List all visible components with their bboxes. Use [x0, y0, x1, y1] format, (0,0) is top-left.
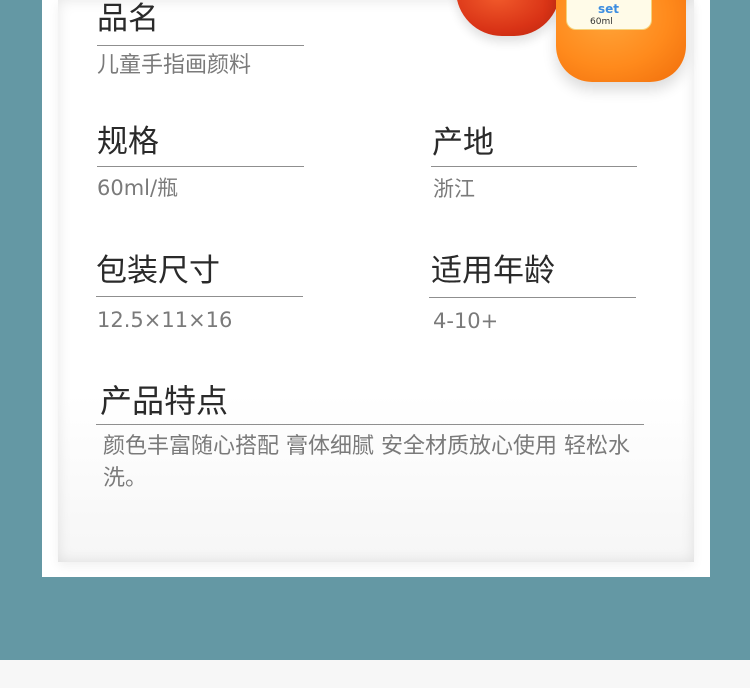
size-heading: 规格 — [97, 124, 159, 160]
age-divider — [429, 297, 636, 298]
package-value: 12.5×11×16 — [97, 308, 233, 332]
bottom-strip — [0, 660, 750, 688]
name-value: 儿童手指画颜料 — [97, 53, 252, 78]
bottle-volume-text: 60ml — [590, 17, 613, 27]
origin-value: 浙江 — [433, 177, 475, 201]
bottle-label-text: set — [598, 2, 620, 16]
origin-divider — [431, 166, 637, 167]
name-divider — [97, 45, 304, 46]
size-divider — [97, 166, 304, 167]
features-heading: 产品特点 — [100, 382, 229, 420]
age-value: 4-10+ — [433, 309, 499, 333]
name-heading: 品名 — [97, 1, 159, 37]
age-heading: 适用年龄 — [431, 253, 555, 289]
package-divider — [96, 296, 303, 297]
package-heading: 包装尺寸 — [96, 253, 220, 289]
features-divider — [96, 424, 644, 425]
size-value: 60ml/瓶 — [97, 176, 179, 200]
origin-heading: 产地 — [432, 125, 494, 161]
features-text: 颜色丰富随心搭配 膏体细腻 安全材质放心使用 轻松水洗。 — [103, 434, 630, 491]
